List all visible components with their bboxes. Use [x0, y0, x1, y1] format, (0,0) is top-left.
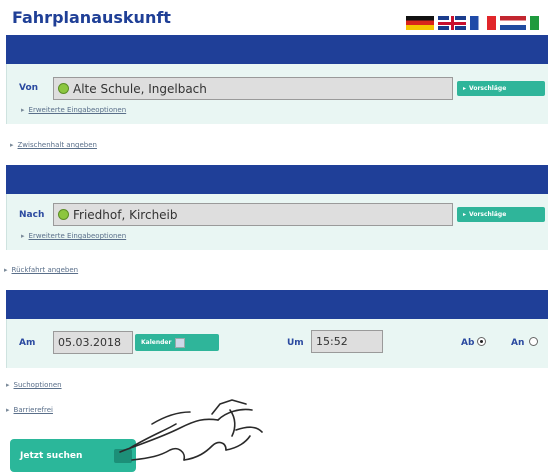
via-link-label: Zwischenhalt angeben: [17, 141, 97, 149]
time-input-value: 15:52: [316, 335, 348, 348]
triangle-right-icon: ▸: [6, 406, 10, 414]
calendar-button-label: Kalender: [141, 339, 172, 346]
to-label: Nach: [19, 210, 45, 220]
stop-dot-icon: [58, 83, 69, 94]
triangle-right-icon: ▸: [21, 232, 25, 240]
to-advanced-label: Erweiterte Eingabeoptionen: [28, 232, 127, 240]
from-advanced-link[interactable]: ▸ Erweiterte Eingabeoptionen: [21, 106, 126, 114]
accessibility-label: Barrierefrei: [13, 406, 53, 414]
to-input[interactable]: Friedhof, Kircheib: [53, 203, 453, 226]
stop-dot-icon: [58, 209, 69, 220]
play-arrow-icon: ▸: [463, 211, 467, 218]
flag-de-icon[interactable]: [406, 16, 434, 30]
to-suggestions-button[interactable]: ▸ Vorschläge: [457, 207, 545, 222]
flag-uk-icon[interactable]: [438, 16, 466, 30]
arrow-icon: [114, 449, 132, 463]
triangle-right-icon: ▸: [6, 381, 10, 389]
datetime-header-bar: [6, 290, 548, 319]
from-panel: Von Alte Schule, Ingelbach ▸ Vorschläge …: [6, 64, 548, 124]
triangle-right-icon: ▸: [21, 106, 25, 114]
play-arrow-icon: ▸: [463, 85, 467, 92]
arrival-label: An: [511, 338, 525, 348]
departure-label: Ab: [461, 338, 475, 348]
time-label: Um: [287, 338, 304, 348]
date-label: Am: [19, 338, 36, 348]
to-header-bar: [6, 165, 548, 194]
to-input-value: Friedhof, Kircheib: [73, 207, 178, 222]
from-advanced-label: Erweiterte Eingabeoptionen: [28, 106, 127, 114]
from-header-bar: [6, 35, 548, 64]
from-input[interactable]: Alte Schule, Ingelbach: [53, 77, 453, 100]
datetime-panel: Am 05.03.2018 Kalender Um 15:52 Ab An: [6, 319, 548, 368]
departure-radio[interactable]: [477, 337, 486, 346]
search-options-link[interactable]: ▸ Suchoptionen: [6, 381, 62, 389]
to-panel: Nach Friedhof, Kircheib ▸ Vorschläge ▸ Er…: [6, 194, 548, 250]
date-input[interactable]: 05.03.2018: [53, 331, 133, 354]
return-link-label: Rückfahrt angeben: [11, 266, 79, 274]
pointing-hand-icon: [119, 399, 263, 461]
return-link[interactable]: ▸ Rückfahrt angeben: [4, 266, 78, 274]
from-label: Von: [19, 83, 39, 93]
flag-it-icon[interactable]: [530, 16, 548, 30]
search-options-label: Suchoptionen: [13, 381, 62, 389]
arrival-radio[interactable]: [529, 337, 538, 346]
search-submit-label: Jetzt suchen: [20, 450, 83, 461]
to-advanced-link[interactable]: ▸ Erweiterte Eingabeoptionen: [21, 232, 126, 240]
calendar-icon: [175, 337, 186, 348]
search-submit-button[interactable]: Jetzt suchen: [10, 439, 136, 472]
page-title: Fahrplanauskunft: [12, 8, 171, 27]
from-suggestions-button[interactable]: ▸ Vorschläge: [457, 81, 545, 96]
time-input[interactable]: 15:52: [311, 330, 383, 353]
from-input-value: Alte Schule, Ingelbach: [73, 81, 207, 96]
date-input-value: 05.03.2018: [58, 336, 121, 349]
triangle-right-icon: ▸: [4, 266, 8, 274]
from-suggestions-label: Vorschläge: [469, 85, 507, 92]
accessibility-link[interactable]: ▸ Barrierefrei: [6, 406, 53, 414]
to-suggestions-label: Vorschläge: [469, 211, 507, 218]
flag-fr-icon[interactable]: [470, 16, 496, 30]
triangle-right-icon: ▸: [10, 141, 14, 149]
flag-nl-icon[interactable]: [500, 16, 526, 30]
via-link[interactable]: ▸ Zwischenhalt angeben: [10, 141, 97, 149]
calendar-button[interactable]: Kalender: [135, 334, 219, 351]
